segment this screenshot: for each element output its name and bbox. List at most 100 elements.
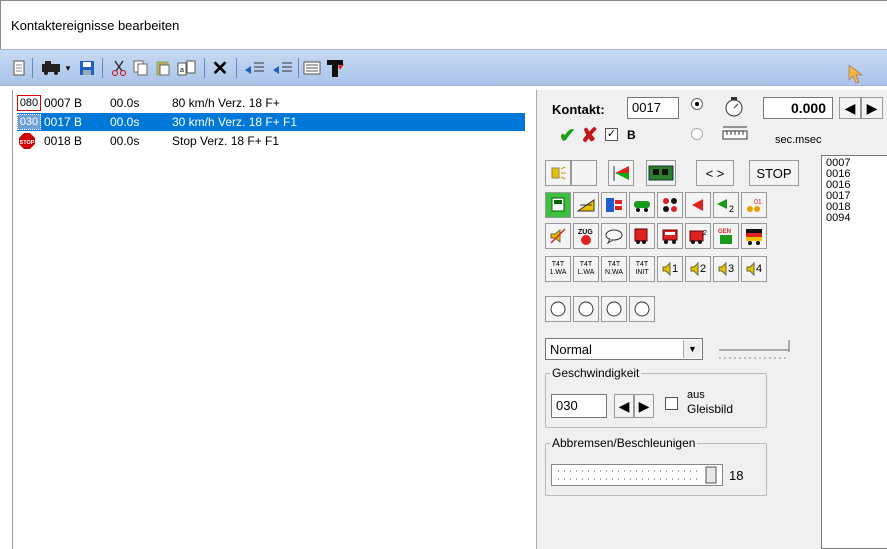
speaker-1-icon[interactable]: 1: [657, 256, 683, 282]
separator: [32, 58, 33, 78]
delete-icon[interactable]: ✕: [210, 58, 230, 80]
horn-icon[interactable]: [685, 192, 711, 218]
t4t-init-button[interactable]: T4T INIT: [629, 256, 655, 282]
gleisbild-label: Gleisbild: [687, 402, 734, 416]
t4t-1wa-button[interactable]: T4T 1.WA: [545, 256, 571, 282]
event-contact: 0017 B: [44, 115, 83, 129]
signal-green-red-icon[interactable]: [608, 160, 634, 186]
ramp-icon[interactable]: [573, 192, 599, 218]
brake-slider[interactable]: [551, 464, 723, 486]
aus-label: aus: [687, 389, 705, 401]
swap-direction-button[interactable]: < >: [696, 160, 734, 186]
circle-button-3[interactable]: [601, 296, 627, 322]
brake-value: 18: [729, 468, 744, 483]
speed-input[interactable]: 030: [551, 394, 607, 418]
dropdown-arrow-icon[interactable]: ▾: [63, 58, 73, 78]
circuit-board-icon[interactable]: [646, 160, 676, 186]
zug-icon[interactable]: ZUG: [573, 223, 599, 249]
aus-gleisbild-checkbox[interactable]: [665, 397, 678, 410]
stop-sign-icon: STOP: [17, 133, 37, 149]
speed-increase-button[interactable]: ▶: [634, 394, 654, 418]
b-label: B: [627, 128, 636, 142]
wagon-stop-icon[interactable]: [657, 223, 683, 249]
cut-icon[interactable]: [110, 58, 128, 78]
event-time: 00.0s: [110, 134, 140, 148]
time-increase-button[interactable]: ▶: [861, 97, 883, 119]
speaker-4-icon[interactable]: 4: [741, 256, 767, 282]
circle-button-2[interactable]: [573, 296, 599, 322]
separator: [204, 58, 205, 78]
gen-icon[interactable]: GEN: [713, 223, 739, 249]
time-decrease-button[interactable]: ◀: [839, 97, 861, 119]
horn-2-icon[interactable]: 2: [713, 192, 739, 218]
svg-text:01: 01: [754, 199, 762, 206]
mode-select[interactable]: Normal ▼: [545, 338, 703, 360]
contact-list[interactable]: 0007 0016 0016 0017 0018 0094: [821, 155, 887, 549]
sound-off-icon[interactable]: [545, 223, 571, 249]
b-checkbox[interactable]: ✓: [605, 128, 618, 141]
unit-label: sec.msec: [775, 134, 822, 146]
coupling-icon[interactable]: [657, 192, 683, 218]
speed-group-label: Geschwindigkeit: [552, 366, 640, 380]
check-icon[interactable]: ✔: [559, 123, 576, 148]
light-icon[interactable]: [545, 160, 571, 186]
wagon-2-icon[interactable]: 2: [685, 223, 711, 249]
ruler-icon: [721, 125, 749, 144]
stop-sign-text: STOP: [20, 140, 35, 146]
train-icon[interactable]: [40, 58, 62, 78]
empty-slot-button[interactable]: [571, 160, 597, 186]
chevron-down-icon[interactable]: ▼: [683, 340, 701, 358]
speech-bubble-icon[interactable]: [601, 223, 627, 249]
stop-button[interactable]: STOP: [749, 160, 799, 186]
circle-button-1[interactable]: [545, 296, 571, 322]
paste-icon[interactable]: [154, 58, 172, 78]
event-list[interactable]: 080 0007 B 00.0s 80 km/h Verz. 18 F+ 030…: [12, 90, 536, 549]
speed-decrease-button[interactable]: ◀: [614, 394, 634, 418]
locomotive-icon[interactable]: [629, 192, 655, 218]
event-contact: 0018 B: [44, 134, 83, 148]
speed-sign-icon: 080: [17, 95, 41, 111]
indent-icon[interactable]: [242, 58, 266, 78]
event-editor-panel: Kontakt: 0017 0.000 ◀ ▶ ✔ ✘ ✓ B sec.msec…: [536, 90, 887, 549]
t-icon[interactable]: [325, 58, 347, 78]
title-bar: Kontaktereignisse bearbeiten: [0, 0, 887, 49]
outdent-icon[interactable]: [270, 58, 294, 78]
new-icon[interactable]: [10, 58, 28, 78]
list-item[interactable]: 080 0007 B 00.0s 80 km/h Verz. 18 F+: [17, 94, 525, 112]
radio-distance[interactable]: [691, 128, 703, 140]
speaker-3-icon[interactable]: 3: [713, 256, 739, 282]
mode-select-value: Normal: [550, 342, 592, 357]
speaker-2-icon[interactable]: 2: [685, 256, 711, 282]
stopwatch-icon: [723, 95, 745, 120]
circle-button-4[interactable]: [629, 296, 655, 322]
volume-slider[interactable]: [717, 338, 797, 360]
copy-icon[interactable]: [132, 58, 150, 78]
radio-time[interactable]: [691, 98, 703, 110]
paste-special-icon[interactable]: a: [176, 58, 198, 78]
event-contact: 0007 B: [44, 96, 83, 110]
german-flag-train-icon[interactable]: [741, 223, 767, 249]
list-item[interactable]: 030 0017 B 00.0s 30 km/h Verz. 18 F+ F1: [17, 113, 525, 131]
list-item[interactable]: STOP 0018 B 00.0s Stop Verz. 18 F+ F1: [17, 132, 525, 150]
t4t-nwa-button[interactable]: T4T N.WA: [601, 256, 627, 282]
separator: [102, 58, 103, 78]
blue-red-signal-icon[interactable]: [601, 192, 627, 218]
train-select-icon[interactable]: [545, 192, 571, 218]
counter-icon[interactable]: 01: [741, 192, 767, 218]
cursor-icon: [846, 64, 866, 84]
list-item[interactable]: 0094: [826, 213, 883, 224]
save-icon[interactable]: [78, 58, 96, 78]
separator: [236, 58, 237, 78]
window-title: Kontaktereignisse bearbeiten: [11, 18, 180, 33]
red-wagon-icon[interactable]: [629, 223, 655, 249]
svg-text:a: a: [180, 67, 184, 74]
kontakt-input[interactable]: 0017: [627, 97, 679, 119]
speed-sign-icon: 030: [17, 114, 41, 130]
list-icon[interactable]: [302, 58, 322, 78]
event-desc: 30 km/h Verz. 18 F+ F1: [172, 115, 298, 129]
event-time: 00.0s: [110, 96, 140, 110]
svg-text:ZUG: ZUG: [578, 229, 593, 236]
cancel-icon[interactable]: ✘: [581, 123, 598, 148]
t4t-lwa-button[interactable]: T4T L.WA: [573, 256, 599, 282]
time-input[interactable]: 0.000: [763, 97, 833, 119]
